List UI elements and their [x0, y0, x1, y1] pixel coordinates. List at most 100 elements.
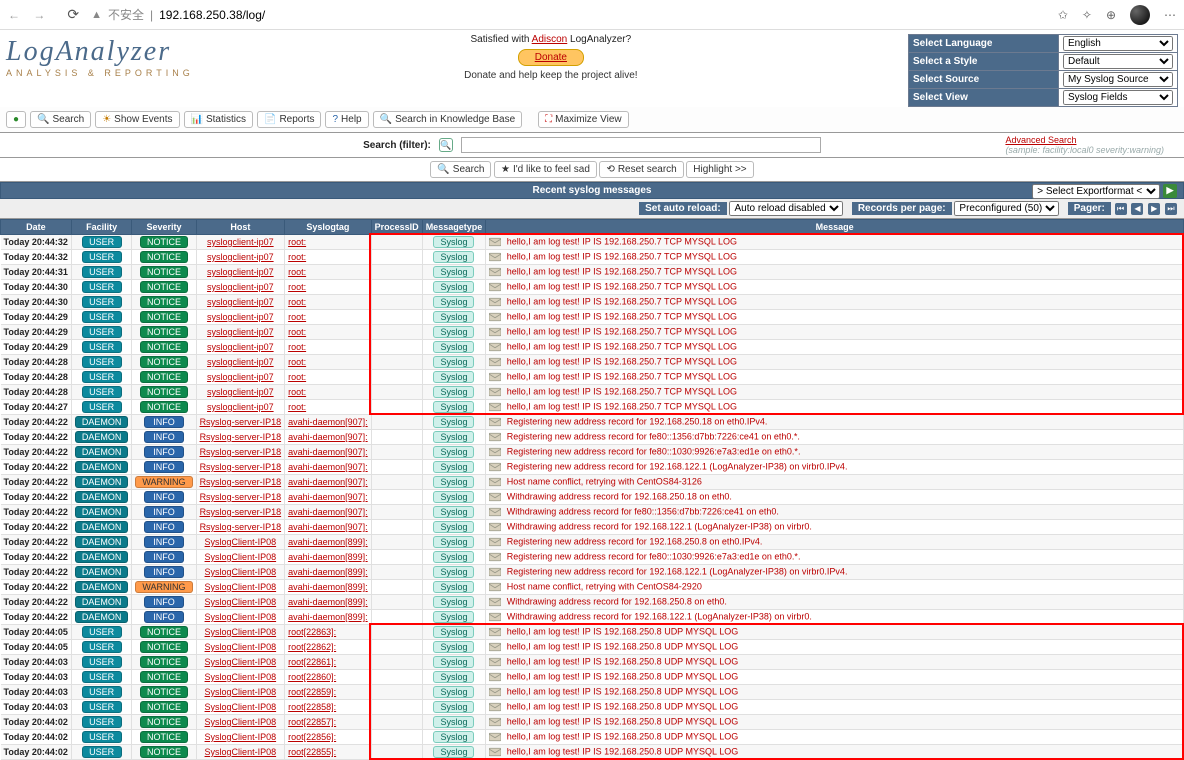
col-syslogtag[interactable]: Syslogtag — [285, 220, 372, 235]
message-icon[interactable] — [489, 716, 501, 728]
table-row[interactable]: Today 20:44:22DAEMONINFOSyslogClient-IP0… — [1, 610, 1184, 625]
table-row[interactable]: Today 20:44:02USERNOTICESyslogClient-IP0… — [1, 730, 1184, 745]
export-go-button[interactable]: ▶ — [1163, 184, 1177, 198]
message-icon[interactable] — [489, 701, 501, 713]
table-row[interactable]: Today 20:44:22DAEMONINFORsyslog-server-I… — [1, 430, 1184, 445]
message-icon[interactable] — [489, 641, 501, 653]
pager-next-icon[interactable]: ▶ — [1148, 203, 1160, 215]
export-select[interactable]: > Select Exportformat < — [1032, 184, 1160, 199]
message-icon[interactable] — [489, 341, 501, 353]
table-row[interactable]: Today 20:44:05USERNOTICESyslogClient-IP0… — [1, 625, 1184, 640]
autoreload-select[interactable]: Auto reload disabled — [729, 201, 843, 216]
pager-first-icon[interactable]: ⏮ — [1115, 203, 1127, 215]
table-row[interactable]: Today 20:44:22DAEMONINFORsyslog-server-I… — [1, 490, 1184, 505]
col-facility[interactable]: Facility — [71, 220, 132, 235]
table-row[interactable]: Today 20:44:32USERNOTICEsyslogclient-ip0… — [1, 235, 1184, 250]
reset-search-button[interactable]: ⟲ Reset search — [599, 161, 683, 178]
col-processid[interactable]: ProcessID — [371, 220, 422, 235]
do-search-button[interactable]: 🔍 Search — [430, 161, 491, 178]
message-icon[interactable] — [489, 296, 501, 308]
message-icon[interactable] — [489, 461, 501, 473]
table-row[interactable]: Today 20:44:29USERNOTICEsyslogclient-ip0… — [1, 325, 1184, 340]
select-style[interactable]: Default — [1063, 54, 1173, 69]
avatar[interactable] — [1130, 5, 1150, 25]
forward-icon[interactable]: → — [33, 8, 45, 22]
col-severity[interactable]: Severity — [132, 220, 196, 235]
message-icon[interactable] — [489, 446, 501, 458]
col-messagetype[interactable]: Messagetype — [422, 220, 486, 235]
table-row[interactable]: Today 20:44:31USERNOTICEsyslogclient-ip0… — [1, 265, 1184, 280]
message-icon[interactable] — [489, 386, 501, 398]
table-row[interactable]: Today 20:44:22DAEMONWARNINGRsyslog-serve… — [1, 475, 1184, 490]
table-row[interactable]: Today 20:44:22DAEMONINFOSyslogClient-IP0… — [1, 595, 1184, 610]
message-icon[interactable] — [489, 356, 501, 368]
collections-icon[interactable]: ⊕ — [1106, 8, 1116, 22]
table-row[interactable]: Today 20:44:28USERNOTICEsyslogclient-ip0… — [1, 385, 1184, 400]
home-button[interactable]: ● — [6, 111, 26, 128]
table-row[interactable]: Today 20:44:02USERNOTICESyslogClient-IP0… — [1, 715, 1184, 730]
message-icon[interactable] — [489, 491, 501, 503]
message-icon[interactable] — [489, 251, 501, 263]
address-bar[interactable]: ▲ 不安全 | — [91, 6, 1046, 23]
table-row[interactable]: Today 20:44:03USERNOTICESyslogClient-IP0… — [1, 700, 1184, 715]
message-icon[interactable] — [489, 401, 501, 413]
table-row[interactable]: Today 20:44:22DAEMONINFOSyslogClient-IP0… — [1, 565, 1184, 580]
fav-icon[interactable]: ✧ — [1082, 8, 1092, 22]
table-row[interactable]: Today 20:44:22DAEMONINFORsyslog-server-I… — [1, 460, 1184, 475]
search-input[interactable] — [461, 137, 821, 153]
maximize-button[interactable]: ⛶Maximize View — [538, 111, 629, 128]
help-button[interactable]: ?Help — [325, 111, 368, 128]
table-row[interactable]: Today 20:44:03USERNOTICESyslogClient-IP0… — [1, 685, 1184, 700]
message-icon[interactable] — [489, 431, 501, 443]
table-row[interactable]: Today 20:44:29USERNOTICEsyslogclient-ip0… — [1, 310, 1184, 325]
message-icon[interactable] — [489, 551, 501, 563]
col-message[interactable]: Message — [486, 220, 1184, 235]
reports-button[interactable]: 📄Reports — [257, 111, 321, 128]
kb-button[interactable]: 🔍Search in Knowledge Base — [373, 111, 523, 128]
message-icon[interactable] — [489, 371, 501, 383]
message-icon[interactable] — [489, 686, 501, 698]
col-date[interactable]: Date — [1, 220, 72, 235]
table-row[interactable]: Today 20:44:30USERNOTICEsyslogclient-ip0… — [1, 295, 1184, 310]
table-row[interactable]: Today 20:44:22DAEMONINFORsyslog-server-I… — [1, 505, 1184, 520]
select-language[interactable]: English — [1063, 36, 1173, 51]
advanced-search-link[interactable]: Advanced Search — [1005, 135, 1076, 145]
search-button[interactable]: 🔍Search — [30, 111, 91, 128]
search-small-icon[interactable]: 🔍 — [439, 138, 453, 152]
pager-last-icon[interactable]: ⏭ — [1165, 203, 1177, 215]
brand-link[interactable]: Adiscon — [532, 34, 568, 45]
message-icon[interactable] — [489, 746, 501, 758]
more-icon[interactable]: ⋯ — [1164, 8, 1176, 22]
message-icon[interactable] — [489, 416, 501, 428]
col-host[interactable]: Host — [196, 220, 285, 235]
select-view[interactable]: Syslog Fields — [1063, 90, 1173, 105]
show-events-button[interactable]: ☀Show Events — [95, 111, 179, 128]
message-icon[interactable] — [489, 656, 501, 668]
table-row[interactable]: Today 20:44:22DAEMONINFORsyslog-server-I… — [1, 415, 1184, 430]
reload-icon[interactable]: ⟳ — [67, 6, 79, 23]
message-icon[interactable] — [489, 566, 501, 578]
select-source[interactable]: My Syslog Source — [1063, 72, 1173, 87]
table-row[interactable]: Today 20:44:22DAEMONINFOSyslogClient-IP0… — [1, 550, 1184, 565]
table-row[interactable]: Today 20:44:30USERNOTICEsyslogclient-ip0… — [1, 280, 1184, 295]
table-row[interactable]: Today 20:44:03USERNOTICESyslogClient-IP0… — [1, 670, 1184, 685]
highlight-button[interactable]: Highlight >> — [686, 161, 753, 178]
message-icon[interactable] — [489, 236, 501, 248]
star-icon[interactable]: ✩ — [1058, 8, 1068, 22]
statistics-button[interactable]: 📊Statistics — [184, 111, 253, 128]
message-icon[interactable] — [489, 326, 501, 338]
table-row[interactable]: Today 20:44:22DAEMONWARNINGSyslogClient-… — [1, 580, 1184, 595]
table-row[interactable]: Today 20:44:02USERNOTICESyslogClient-IP0… — [1, 745, 1184, 760]
url-input[interactable] — [159, 8, 559, 22]
table-row[interactable]: Today 20:44:03USERNOTICESyslogClient-IP0… — [1, 655, 1184, 670]
message-icon[interactable] — [489, 266, 501, 278]
table-row[interactable]: Today 20:44:22DAEMONINFORsyslog-server-I… — [1, 445, 1184, 460]
message-icon[interactable] — [489, 536, 501, 548]
pager-prev-icon[interactable]: ◀ — [1131, 203, 1143, 215]
records-select[interactable]: Preconfigured (50) — [954, 201, 1059, 216]
message-icon[interactable] — [489, 596, 501, 608]
message-icon[interactable] — [489, 611, 501, 623]
back-icon[interactable]: ← — [8, 8, 20, 22]
message-icon[interactable] — [489, 626, 501, 638]
message-icon[interactable] — [489, 731, 501, 743]
